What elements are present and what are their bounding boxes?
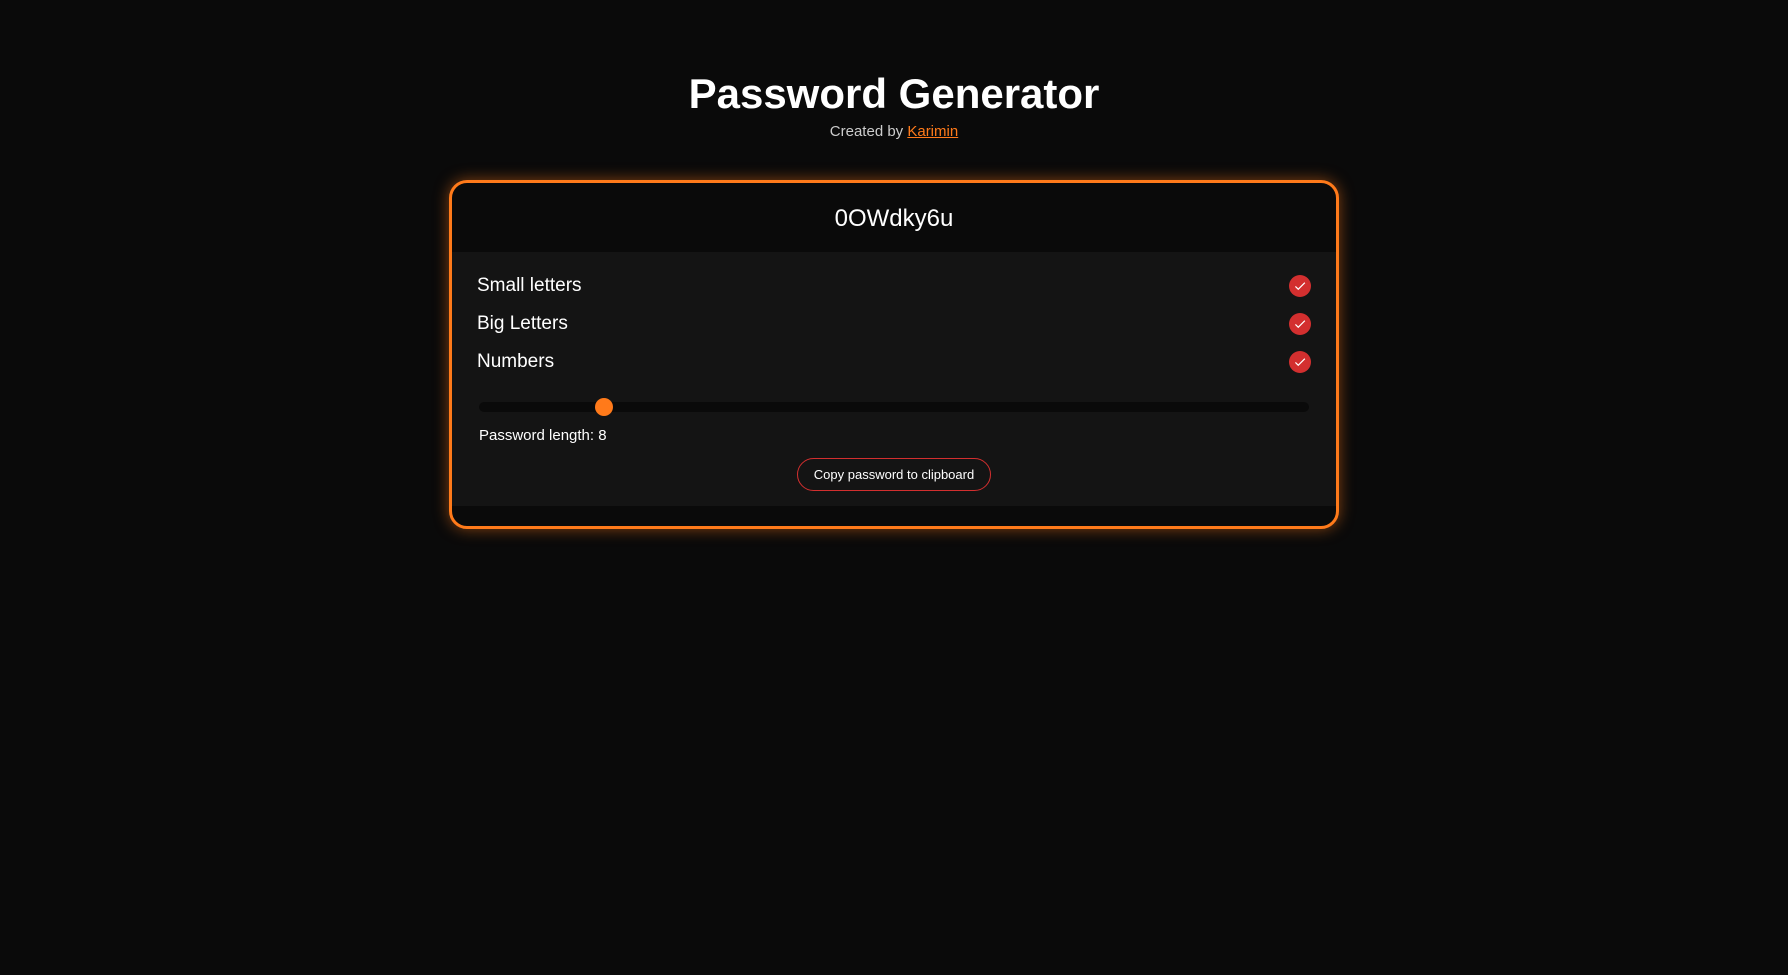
checkbox-numbers[interactable] xyxy=(1289,351,1311,373)
check-icon xyxy=(1293,355,1307,369)
page-title: Password Generator xyxy=(0,70,1788,118)
subtitle: Created by Karimin xyxy=(0,123,1788,140)
slider-container: Password length: 8 xyxy=(477,399,1311,444)
check-icon xyxy=(1293,317,1307,331)
password-display: 0OWdky6u xyxy=(452,195,1336,241)
option-row-small-letters: Small letters xyxy=(477,267,1311,305)
option-label: Big Letters xyxy=(477,313,568,335)
length-slider[interactable] xyxy=(479,402,1309,412)
copy-button[interactable]: Copy password to clipboard xyxy=(797,458,991,491)
length-label: Password length: 8 xyxy=(479,427,1309,444)
option-row-numbers: Numbers xyxy=(477,343,1311,381)
option-label: Small letters xyxy=(477,275,582,297)
header: Password Generator Created by Karimin xyxy=(0,0,1788,180)
copy-button-container: Copy password to clipboard xyxy=(477,458,1311,491)
option-row-big-letters: Big Letters xyxy=(477,305,1311,343)
generator-card: 0OWdky6u Small letters Big Letters Numbe… xyxy=(449,180,1339,529)
created-by-prefix: Created by xyxy=(830,123,908,140)
option-label: Numbers xyxy=(477,351,554,373)
check-icon xyxy=(1293,279,1307,293)
options-area: Small letters Big Letters Numbers Passwo… xyxy=(452,252,1336,506)
checkbox-big-letters[interactable] xyxy=(1289,313,1311,335)
author-link[interactable]: Karimin xyxy=(907,123,958,140)
checkbox-small-letters[interactable] xyxy=(1289,275,1311,297)
copied-indicator xyxy=(452,241,1336,247)
